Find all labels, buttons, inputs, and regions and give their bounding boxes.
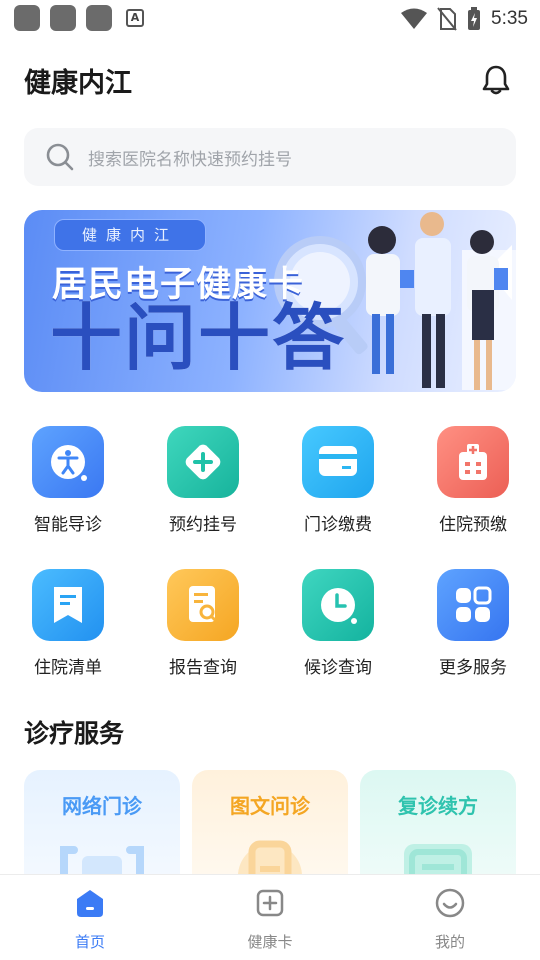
search-input[interactable]: 搜索医院名称快速预约挂号 — [24, 128, 516, 186]
hospital-icon — [437, 426, 509, 498]
quick-service-report[interactable]: 报告查询 — [137, 569, 267, 679]
quick-service-inpatient-prepay[interactable]: 住院预缴 — [407, 426, 537, 536]
plus-square-icon — [256, 889, 284, 917]
smile-icon — [435, 888, 465, 918]
nav-home[interactable]: 首页 — [30, 887, 150, 957]
keyboard-a-icon: A — [126, 9, 144, 27]
grid-icon — [437, 569, 509, 641]
clinic-card-title: 网络门诊 — [62, 794, 142, 818]
quick-service-waiting[interactable]: 候诊查询 — [272, 569, 402, 679]
app-header: 健康内江 — [24, 56, 516, 104]
quick-service-label: 更多服务 — [439, 658, 507, 678]
section-title: 诊疗服务 — [24, 719, 125, 748]
quick-service-outpatient-pay[interactable]: 门诊缴费 — [272, 426, 402, 536]
accessibility-icon — [32, 426, 104, 498]
quick-service-label: 住院预缴 — [439, 515, 507, 535]
quick-service-label: 候诊查询 — [304, 658, 372, 678]
quick-service-inpatient-list[interactable]: 住院清单 — [2, 569, 132, 679]
search-icon — [46, 143, 74, 171]
clinic-card-title: 图文问诊 — [230, 794, 310, 818]
bottom-navigation: 首页 健康卡 我的 — [0, 874, 540, 960]
banner-subheadline: 十问十答 — [50, 296, 347, 380]
card-icon — [302, 426, 374, 498]
quick-service-label: 住院清单 — [34, 658, 102, 678]
quick-service-label: 预约挂号 — [169, 515, 237, 535]
nav-health-card[interactable]: 健康卡 — [210, 887, 330, 957]
quick-service-label: 门诊缴费 — [304, 515, 372, 535]
wifi-icon — [401, 8, 428, 29]
notification-icon — [50, 5, 76, 31]
clinic-card-title: 复诊续方 — [398, 794, 478, 818]
notification-bell-icon[interactable] — [476, 60, 516, 100]
battery-charging-icon — [468, 7, 481, 30]
notification-icon — [14, 5, 40, 31]
home-icon — [77, 890, 103, 917]
quick-service-smart-guide[interactable]: 智能导诊 — [2, 426, 132, 536]
nav-label: 首页 — [74, 933, 105, 951]
no-sim-icon — [437, 7, 457, 31]
notification-icon — [86, 5, 112, 31]
app-title: 健康内江 — [24, 67, 132, 99]
quick-service-label: 报告查询 — [169, 658, 237, 678]
clock-icon — [302, 569, 374, 641]
search-placeholder: 搜索医院名称快速预约挂号 — [88, 149, 292, 170]
banner-tag: 健康内江 — [54, 219, 206, 251]
nav-label: 我的 — [434, 933, 465, 951]
quick-service-more[interactable]: 更多服务 — [407, 569, 537, 679]
status-bar: A 5:35 — [0, 0, 540, 38]
quick-service-label: 智能导诊 — [34, 515, 102, 535]
clock-time: 5:35 — [491, 8, 528, 29]
quick-service-appointment[interactable]: 预约挂号 — [137, 426, 267, 536]
plus-diamond-icon — [167, 426, 239, 498]
nav-label: 健康卡 — [247, 933, 293, 951]
promo-banner[interactable]: 健康内江 居民电子健康卡 十问十答 — [24, 210, 516, 392]
report-search-icon — [167, 569, 239, 641]
nav-profile[interactable]: 我的 — [390, 887, 510, 957]
list-flag-icon — [32, 569, 104, 641]
